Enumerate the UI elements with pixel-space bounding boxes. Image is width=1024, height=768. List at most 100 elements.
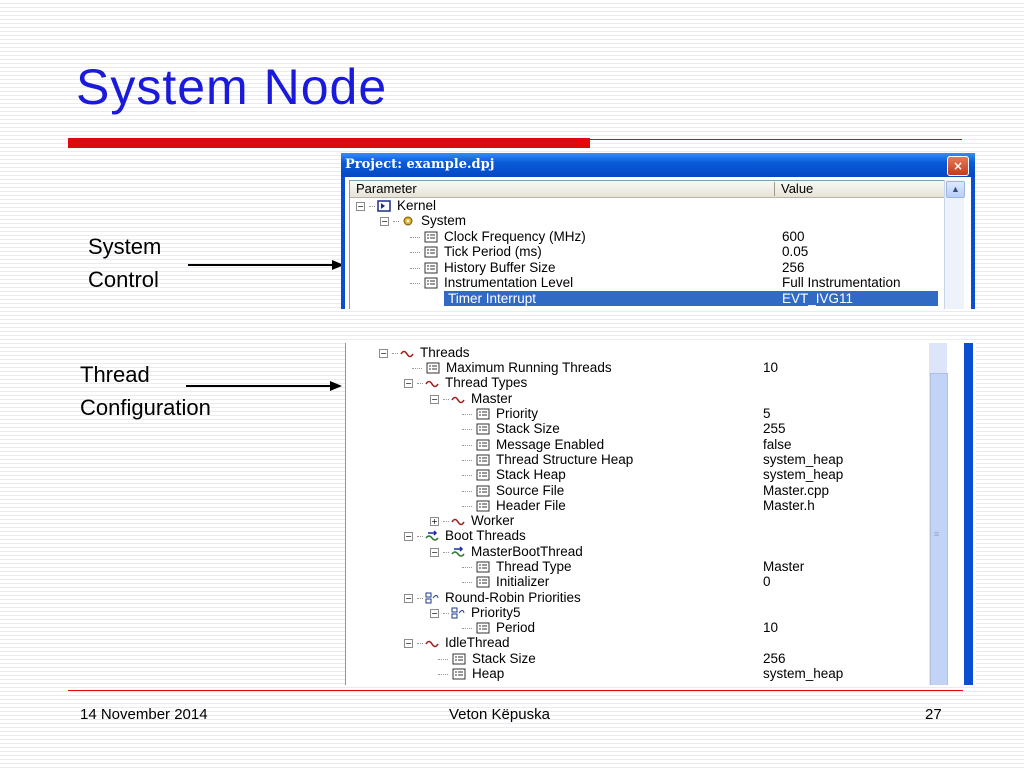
tree-row-label: Priority5 bbox=[471, 605, 521, 620]
project-window-bottom: − Threads Maximum Running Threads 10− Thread… bbox=[345, 343, 976, 685]
tree-connector bbox=[443, 520, 449, 522]
collapse-icon[interactable]: − bbox=[404, 638, 413, 648]
tree-row[interactable]: Header File bbox=[462, 498, 566, 513]
property-icon bbox=[424, 262, 438, 274]
column-separator[interactable] bbox=[774, 182, 775, 196]
tree-row[interactable]: Priority bbox=[462, 406, 539, 421]
tree-row[interactable]: Instrumentation Level bbox=[410, 275, 573, 290]
property-icon bbox=[476, 622, 490, 634]
tree-row[interactable]: Stack Size bbox=[462, 421, 560, 436]
property-icon bbox=[424, 231, 438, 243]
tree-row[interactable]: + Worker bbox=[430, 513, 514, 528]
tree-row[interactable]: − Thread Types bbox=[404, 375, 527, 390]
tree-row-label: Priority bbox=[496, 406, 539, 421]
tree-row-value[interactable]: system_heap bbox=[763, 666, 843, 681]
title-underline-line bbox=[590, 139, 962, 140]
tree-connector bbox=[462, 444, 472, 446]
tree-row-value[interactable]: false bbox=[763, 437, 792, 452]
callout-system-control: System Control bbox=[88, 230, 161, 296]
tree-connector bbox=[417, 642, 423, 644]
property-icon bbox=[452, 668, 466, 680]
tree-row[interactable]: Thread Type bbox=[462, 559, 572, 574]
callout-arrow-system bbox=[188, 260, 344, 270]
thread-wave-icon bbox=[425, 641, 439, 648]
property-icon bbox=[476, 439, 490, 451]
tree-row-value[interactable]: 0 bbox=[763, 574, 771, 589]
tree-row-value[interactable]: Full Instrumentation bbox=[782, 275, 901, 290]
tree-row-value[interactable]: 10 bbox=[763, 360, 778, 375]
property-icon bbox=[476, 454, 490, 466]
tree-row[interactable]: − IdleThread bbox=[404, 635, 510, 650]
tree-row-value[interactable]: 255 bbox=[763, 421, 786, 436]
tree-row-value[interactable]: Master.cpp bbox=[763, 483, 829, 498]
close-button[interactable]: × bbox=[947, 156, 969, 176]
collapse-icon[interactable]: − bbox=[379, 348, 388, 358]
property-icon bbox=[476, 561, 490, 573]
collapse-icon[interactable]: − bbox=[404, 378, 413, 388]
vertical-scrollbar-top[interactable]: ▲ bbox=[944, 180, 965, 309]
tree-row[interactable]: Clock Frequency (MHz) bbox=[410, 229, 586, 244]
tree-row[interactable]: − Priority5 bbox=[430, 605, 521, 620]
tree-row-label: Worker bbox=[471, 513, 515, 528]
collapse-icon[interactable]: − bbox=[404, 531, 413, 541]
tree-row-value[interactable]: system_heap bbox=[763, 467, 843, 482]
window-frame-right bbox=[971, 177, 975, 309]
tree-row-value[interactable]: 10 bbox=[763, 620, 778, 635]
tree-row[interactable]: Stack Heap bbox=[462, 467, 566, 482]
window-titlebar[interactable]: Project: example.dpj × bbox=[341, 153, 975, 177]
tree-row[interactable]: History Buffer Size bbox=[410, 260, 556, 275]
column-header-parameter[interactable]: Parameter bbox=[356, 181, 417, 196]
tree-row[interactable]: Period bbox=[462, 620, 536, 635]
tree-row[interactable]: − Round-Robin Priorities bbox=[404, 590, 581, 605]
tree-row-label: Stack Size bbox=[472, 651, 536, 666]
tree-row-label: Period bbox=[496, 620, 536, 635]
selected-row-highlight[interactable]: Timer Interrupt EVT_IVG11 bbox=[444, 291, 938, 306]
tree-row-value[interactable]: Master bbox=[763, 559, 804, 574]
tree-row[interactable]: Message Enabled bbox=[462, 437, 604, 452]
collapse-icon[interactable]: − bbox=[430, 547, 439, 557]
tree-row-value[interactable]: 600 bbox=[782, 229, 805, 244]
tree-row[interactable]: Maximum Running Threads bbox=[412, 360, 612, 375]
property-icon bbox=[476, 485, 490, 497]
vertical-scrollbar-bottom[interactable]: ≡ bbox=[929, 343, 948, 685]
tree-row-value[interactable]: 256 bbox=[782, 260, 805, 275]
column-header: Parameter Value bbox=[350, 181, 945, 198]
tree-row[interactable]: Thread Structure Heap bbox=[462, 452, 633, 467]
tree-connector bbox=[410, 282, 420, 284]
tree-connector bbox=[369, 205, 375, 207]
footer-date: 14 November 2014 bbox=[80, 706, 208, 723]
collapse-icon[interactable]: − bbox=[430, 394, 439, 404]
round-robin-icon bbox=[425, 592, 439, 604]
tree-row-label: Stack Size bbox=[496, 421, 560, 436]
tree-row[interactable]: − Master bbox=[430, 391, 512, 406]
tree-row-value[interactable]: Master.h bbox=[763, 498, 815, 513]
collapse-icon[interactable]: − bbox=[356, 201, 365, 211]
collapse-icon[interactable]: − bbox=[404, 593, 413, 603]
collapse-icon[interactable]: − bbox=[430, 608, 439, 618]
property-icon bbox=[452, 653, 466, 665]
tree-row-label: Threads bbox=[420, 345, 470, 360]
tree-row[interactable]: Tick Period (ms) bbox=[410, 244, 542, 259]
tree-row-value[interactable]: 5 bbox=[763, 406, 771, 421]
column-header-value[interactable]: Value bbox=[781, 181, 813, 196]
tree-row-label: MasterBootThread bbox=[471, 544, 583, 559]
tree-connector bbox=[410, 267, 420, 269]
scroll-up-button[interactable]: ▲ bbox=[946, 181, 965, 198]
collapse-icon[interactable]: − bbox=[380, 216, 389, 226]
tree-row-value[interactable]: 256 bbox=[763, 651, 786, 666]
thread-wave-icon bbox=[425, 381, 439, 388]
chevron-up-icon: ▲ bbox=[951, 184, 960, 194]
kernel-icon bbox=[377, 200, 391, 213]
tree-row[interactable]: − Threads bbox=[379, 345, 470, 360]
tree-row[interactable]: Source File bbox=[462, 483, 564, 498]
tree-row[interactable]: − Kernel bbox=[356, 198, 436, 213]
expand-icon[interactable]: + bbox=[430, 516, 439, 526]
tree-row-value[interactable]: 0.05 bbox=[782, 244, 808, 259]
tree-row[interactable]: − MasterBootThread bbox=[430, 544, 583, 559]
tree-row[interactable]: Stack Size bbox=[438, 651, 536, 666]
tree-row[interactable]: − Boot Threads bbox=[404, 528, 526, 543]
tree-row[interactable]: − System bbox=[380, 213, 466, 228]
tree-row-value[interactable]: system_heap bbox=[763, 452, 843, 467]
tree-row[interactable]: Initializer bbox=[462, 574, 549, 589]
tree-row[interactable]: Heap bbox=[438, 666, 504, 681]
